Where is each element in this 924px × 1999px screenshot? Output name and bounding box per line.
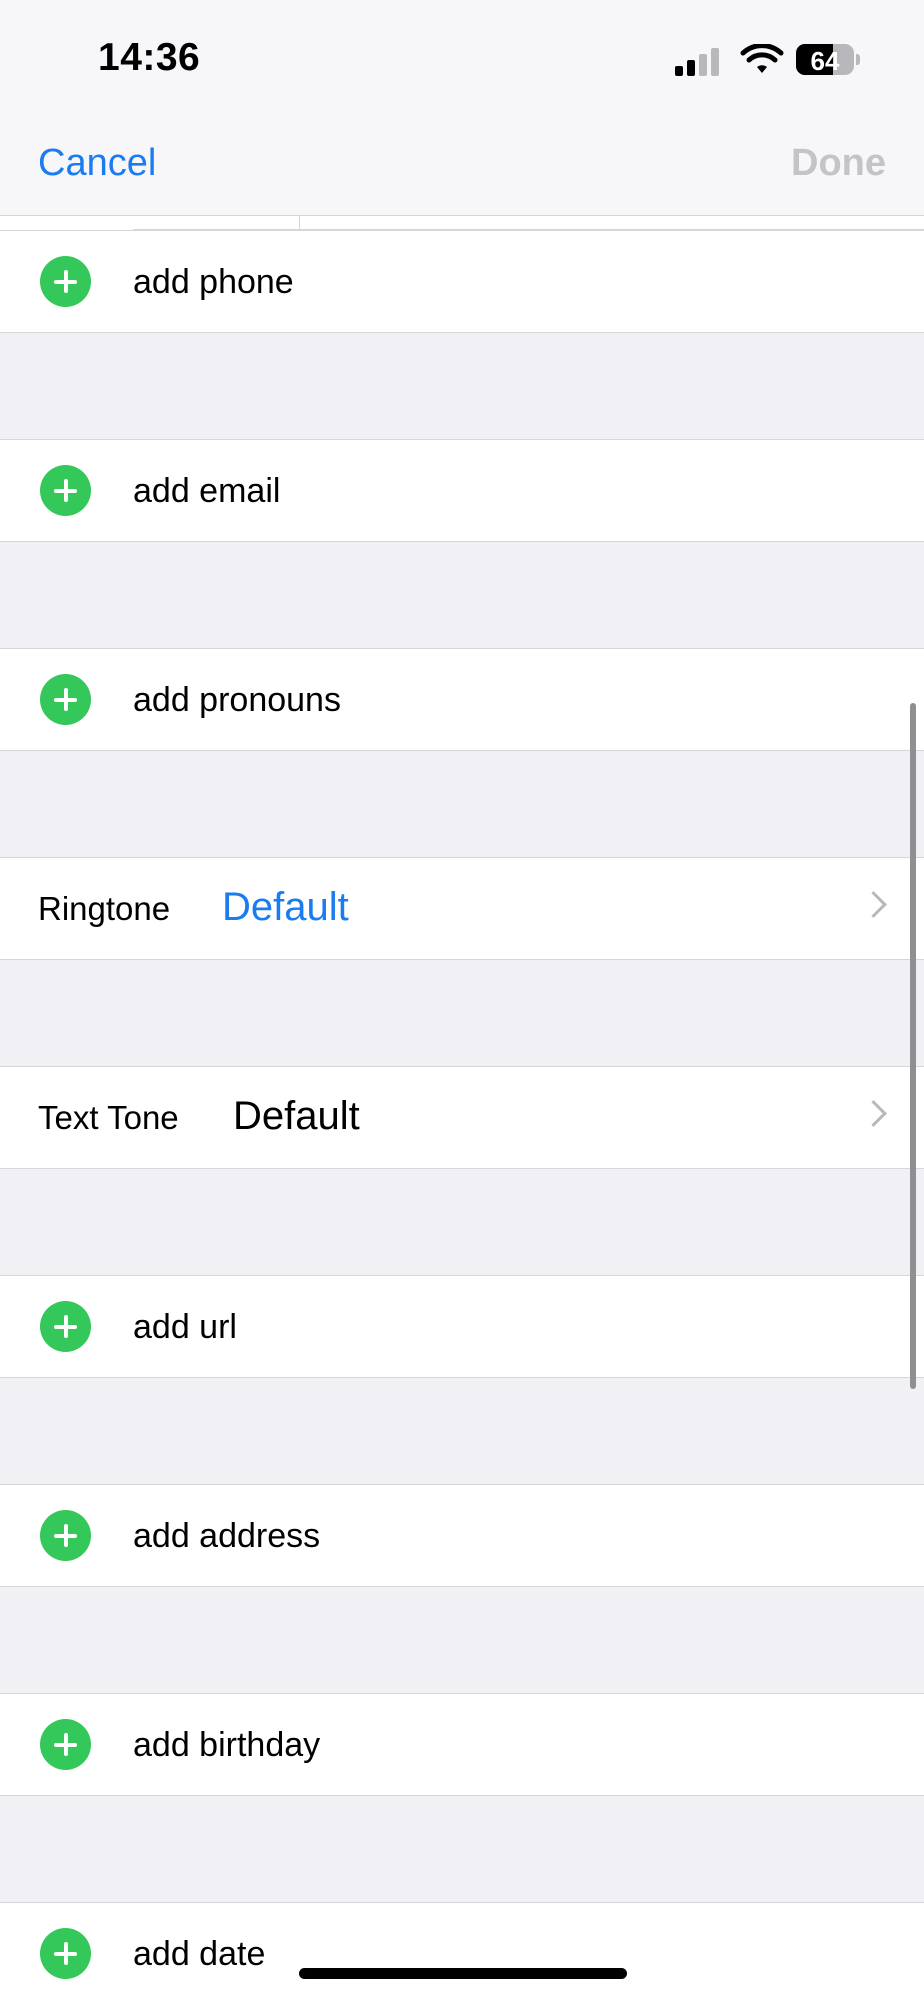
status-bar: 14:36 64 [0,0,924,130]
ringtone-label: Ringtone [38,890,171,927]
add-pronouns-row[interactable]: add pronouns [0,648,924,751]
add-date-row[interactable]: add date [0,1902,924,1999]
battery-icon: 64 [796,44,854,75]
text-tone-label: Text Tone [38,1099,179,1136]
cancel-button[interactable]: Cancel [38,142,156,185]
add-icon[interactable] [40,1928,91,1979]
add-icon[interactable] [40,256,91,307]
done-button[interactable]: Done [791,142,886,185]
add-email-row[interactable]: add email [0,439,924,542]
add-icon[interactable] [40,1719,91,1770]
add-address-row[interactable]: add address [0,1484,924,1587]
battery-percentage: 64 [810,46,840,75]
add-url-label: add url [133,1308,237,1346]
ringtone-row[interactable]: Ringtone Default [0,857,924,960]
chevron-right-icon [860,891,887,918]
add-phone-label: add phone [133,263,294,301]
add-birthday-row[interactable]: add birthday [0,1693,924,1796]
scrollbar[interactable] [910,703,916,1389]
name-field-row-partial [0,216,924,230]
add-address-label: add address [133,1517,321,1555]
add-birthday-label: add birthday [133,1726,321,1764]
wifi-icon [740,44,784,73]
ringtone-value: Default [222,885,349,929]
add-phone-row[interactable]: add phone [0,230,924,333]
add-url-row[interactable]: add url [0,1275,924,1378]
text-tone-row[interactable]: Text Tone Default [0,1066,924,1169]
navigation-bar: Cancel Done [0,130,924,216]
add-icon[interactable] [40,1301,91,1352]
chevron-right-icon [860,1100,887,1127]
add-icon[interactable] [40,465,91,516]
add-date-label: add date [133,1935,266,1973]
status-time: 14:36 [98,36,201,79]
text-tone-value: Default [233,1094,360,1138]
battery-nub [856,54,860,65]
add-email-label: add email [133,472,281,510]
add-pronouns-label: add pronouns [133,681,341,719]
cellular-signal-icon [675,46,723,76]
add-icon[interactable] [40,674,91,725]
home-indicator[interactable] [299,1968,627,1979]
add-icon[interactable] [40,1510,91,1561]
